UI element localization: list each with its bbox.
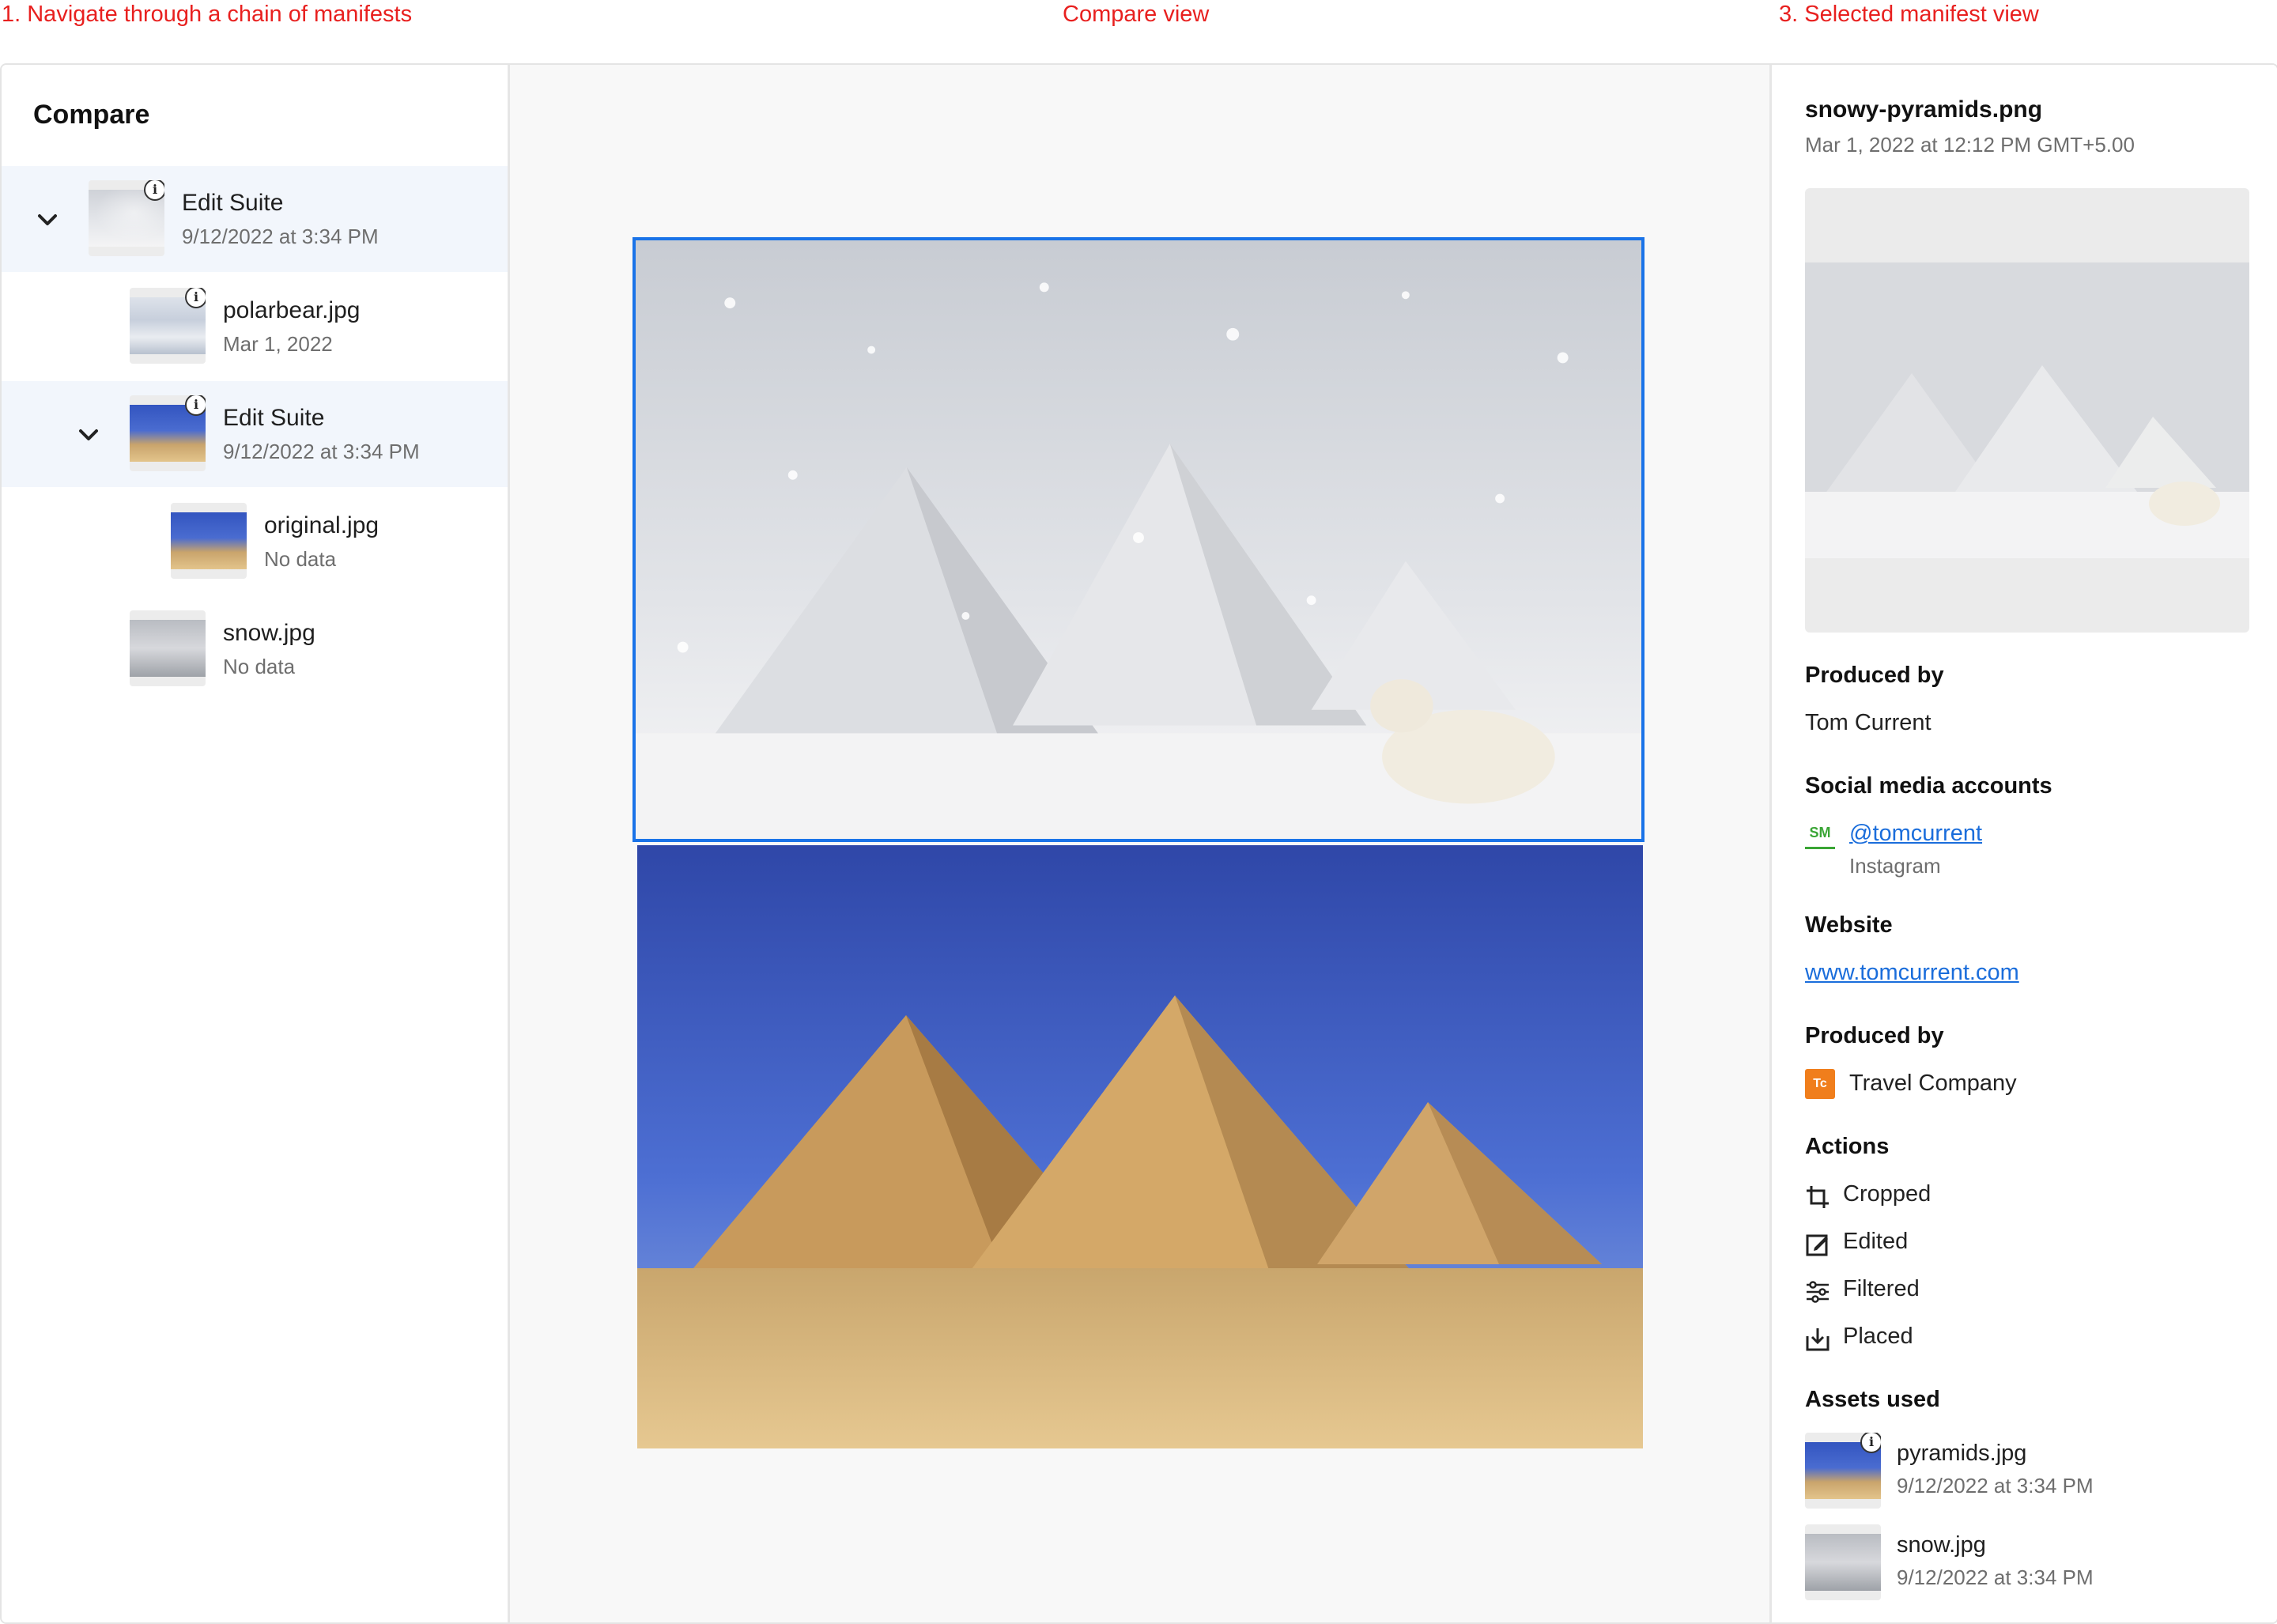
tree-item-snow[interactable]: snow.jpg No data — [2, 596, 508, 702]
snow-thumbnail — [130, 620, 206, 677]
chevron-down-icon[interactable] — [73, 419, 104, 451]
compare-image-snowy-pyramids[interactable] — [632, 237, 1644, 842]
tree-item-original[interactable]: original.jpg No data — [2, 489, 508, 595]
filter-sliders-icon — [1807, 1281, 1829, 1303]
thumbnail: i — [130, 288, 206, 364]
tree-item-edit-suite[interactable]: i Edit Suite 9/12/2022 at 3:34 PM — [2, 381, 508, 487]
tree-item-title: Edit Suite — [223, 405, 325, 431]
tree-item-edit-suite[interactable]: i Edit Suite 9/12/2022 at 3:34 PM — [2, 166, 508, 272]
place-icon — [1806, 1328, 1830, 1351]
snowy-pyramids-preview-image — [1805, 262, 2249, 558]
app-frame: Compare i Edit Suite 9/12/2022 at 3:34 P… — [0, 63, 2277, 1624]
asset-item[interactable]: snow.jpg 9/12/2022 at 3:34 PM — [1805, 1524, 2248, 1603]
website-heading: Website — [1805, 912, 1893, 938]
thumbnail: i — [130, 395, 206, 471]
tree-item-polarbear[interactable]: i polarbear.jpg Mar 1, 2022 — [2, 274, 508, 380]
actions-heading: Actions — [1805, 1134, 1890, 1159]
annotation-compare-view: Compare view — [1063, 2, 1210, 27]
asset-title: pyramids.jpg — [1897, 1441, 2027, 1466]
tree-item-subtitle: No data — [223, 655, 296, 678]
annotation-selected-manifest: 3. Selected manifest view — [1779, 2, 2039, 27]
action-label: Filtered — [1843, 1276, 1920, 1301]
social-handle-link[interactable]: @tomcurrent — [1849, 821, 1982, 847]
asset-title: snow.jpg — [1897, 1532, 1986, 1558]
asset-item[interactable]: i pyramids.jpg 9/12/2022 at 3:34 PM — [1805, 1433, 2248, 1512]
original-thumbnail — [171, 512, 247, 569]
snow-thumbnail — [1805, 1534, 1881, 1591]
asset-subtitle: 9/12/2022 at 3:34 PM — [1897, 1565, 2094, 1589]
tree-item-title: snow.jpg — [223, 620, 315, 646]
action-label: Cropped — [1843, 1181, 1931, 1207]
info-icon[interactable]: i — [185, 395, 206, 416]
info-icon[interactable]: i — [185, 288, 206, 308]
compare-image-original-pyramids[interactable] — [637, 845, 1643, 1448]
produced-by-heading: Produced by — [1805, 663, 1944, 688]
assets-used-heading: Assets used — [1805, 1387, 1940, 1412]
thumbnail — [130, 610, 206, 686]
company-logo-icon: Tc — [1805, 1069, 1835, 1099]
website-link[interactable]: www.tomcurrent.com — [1805, 960, 2019, 986]
chevron-down-icon[interactable] — [32, 204, 63, 236]
crop-icon — [1807, 1186, 1829, 1208]
producer-name: Tom Current — [1805, 710, 1931, 735]
manifest-date: Mar 1, 2022 at 12:12 PM GMT+5.00 — [1805, 133, 2135, 157]
manifest-filename: snowy-pyramids.png — [1805, 96, 2043, 123]
tree-item-subtitle: No data — [264, 547, 337, 571]
action-label: Edited — [1843, 1229, 1909, 1254]
manifest-tree-panel: Compare i Edit Suite 9/12/2022 at 3:34 P… — [2, 65, 510, 1622]
tree-item-title: original.jpg — [264, 512, 380, 538]
info-icon[interactable]: i — [1860, 1433, 1881, 1453]
annotation-navigate: 1. Navigate through a chain of manifests — [2, 2, 413, 27]
thumbnail — [1805, 1524, 1881, 1600]
tree-item-subtitle: 9/12/2022 at 3:34 PM — [223, 440, 420, 463]
social-media-heading: Social media accounts — [1805, 773, 2052, 799]
tree-item-title: Edit Suite — [182, 190, 284, 216]
social-media-icon: SM — [1805, 821, 1835, 849]
social-platform: Instagram — [1849, 854, 1941, 878]
produced-by-heading-2: Produced by — [1805, 1023, 1944, 1048]
thumbnail: i — [89, 180, 164, 256]
tree-item-subtitle: 9/12/2022 at 3:34 PM — [182, 225, 379, 248]
compare-view-panel — [510, 65, 1769, 1622]
tree-item-subtitle: Mar 1, 2022 — [223, 332, 333, 356]
tree-item-title: polarbear.jpg — [223, 297, 361, 323]
info-icon[interactable]: i — [144, 180, 164, 201]
thumbnail — [171, 503, 247, 579]
manifest-preview — [1805, 188, 2249, 633]
thumbnail: i — [1805, 1433, 1881, 1509]
asset-subtitle: 9/12/2022 at 3:34 PM — [1897, 1474, 2094, 1497]
selected-manifest-panel: snowy-pyramids.png Mar 1, 2022 at 12:12 … — [1769, 65, 2277, 1622]
company-name: Travel Company — [1849, 1071, 2017, 1096]
panel-title: Compare — [33, 100, 150, 130]
action-label: Placed — [1843, 1324, 1913, 1349]
edit-icon — [1806, 1234, 1828, 1256]
